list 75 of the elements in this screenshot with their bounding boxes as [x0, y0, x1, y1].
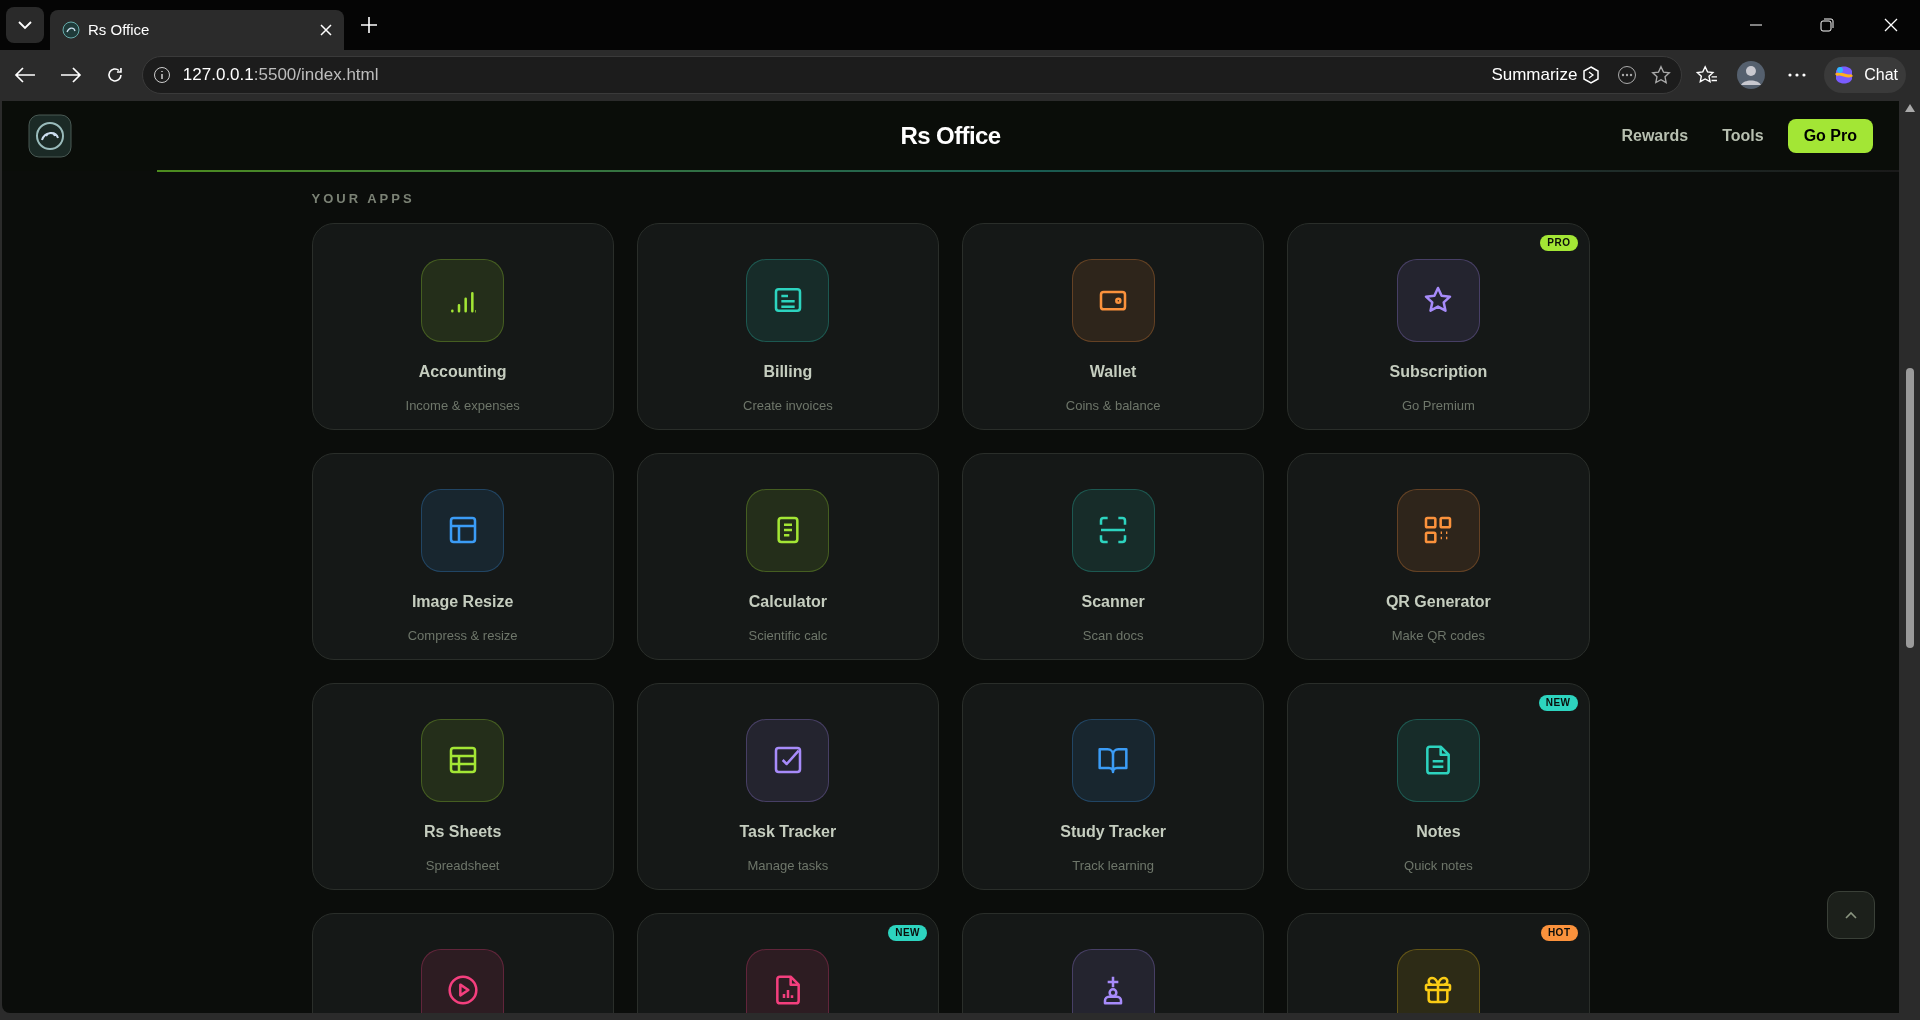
badge: PRO: [1540, 234, 1578, 251]
app-subtitle: Track learning: [1072, 856, 1155, 875]
badge: NEW: [888, 924, 927, 941]
restore-icon[interactable]: [1820, 18, 1834, 32]
back-icon[interactable]: [14, 66, 36, 84]
forward-icon[interactable]: [59, 66, 82, 84]
app-card[interactable]: NEW: [636, 912, 939, 1013]
summarize-button[interactable]: Summarize: [1491, 62, 1602, 88]
app-card[interactable]: Image Resize Compress & resize: [311, 452, 614, 660]
app-subtitle: Spreadsheet: [425, 856, 500, 875]
app-title: Accounting: [418, 361, 507, 382]
url-text: 127.0.0.1:5500/index.html: [182, 64, 380, 87]
app-card[interactable]: Study Tracker Track learning: [962, 682, 1265, 890]
address-bar[interactable]: 127.0.0.1:5500/index.html Summarize: [141, 56, 1683, 94]
app-title: Rs Sheets: [423, 821, 502, 842]
app-card[interactable]: Rs Sheets Spreadsheet: [311, 682, 614, 890]
close-icon[interactable]: [1884, 18, 1898, 32]
chat-button[interactable]: Chat: [1824, 57, 1906, 93]
hexagon-icon: [1581, 65, 1602, 85]
new-tab-icon[interactable]: [360, 16, 378, 34]
app-title: QR Generator: [1385, 591, 1491, 612]
tab-title: Rs Office: [88, 19, 151, 40]
app-subtitle: Scan docs: [1082, 626, 1144, 645]
more-icon[interactable]: [1617, 65, 1638, 85]
badge: HOT: [1540, 924, 1578, 941]
app-subtitle: Go Premium: [1401, 396, 1475, 415]
nav-link[interactable]: Tools: [1722, 124, 1764, 148]
app-card[interactable]: Billing Create invoices: [636, 222, 939, 430]
app-title: Task Tracker: [739, 821, 837, 842]
app-title: Notes: [1416, 821, 1461, 842]
scrollbar-thumb[interactable]: [1905, 368, 1914, 648]
app-card[interactable]: QR Generator Make QR codes: [1287, 452, 1590, 660]
app-subtitle: Quick notes: [1404, 856, 1473, 875]
reload-icon[interactable]: [105, 66, 124, 84]
favicon-icon: [62, 21, 80, 39]
go-pro-button[interactable]: Go Pro: [1787, 119, 1873, 153]
logo-icon[interactable]: [28, 114, 72, 158]
app-title: Billing: [763, 361, 813, 382]
app-card[interactable]: Calculator Scientific calc: [636, 452, 939, 660]
info-icon[interactable]: [152, 66, 171, 84]
app-title: Calculator: [748, 591, 827, 612]
favorites-icon[interactable]: [1696, 65, 1719, 85]
tab-list-button[interactable]: [6, 7, 44, 43]
app-title: Wallet: [1089, 361, 1137, 382]
app-title: Rs Office: [900, 121, 1001, 151]
app-subtitle: Make QR codes: [1391, 626, 1485, 645]
section-heading: YOUR APPS: [311, 190, 416, 208]
menu-icon[interactable]: [1788, 73, 1807, 77]
chevron-down-icon: [17, 20, 33, 30]
app-subtitle: Income & expenses: [405, 396, 520, 415]
app-title: Subscription: [1389, 361, 1488, 382]
app-subtitle: Create invoices: [743, 396, 833, 415]
app-card[interactable]: HOT: [1287, 912, 1590, 1013]
nav-link[interactable]: Rewards: [1621, 124, 1689, 148]
profile-avatar-icon[interactable]: [1736, 60, 1767, 90]
app-card[interactable]: Task Tracker Manage tasks: [636, 682, 939, 890]
scroll-up-icon[interactable]: [1904, 104, 1915, 112]
app-subtitle: Coins & balance: [1065, 396, 1161, 415]
app-card[interactable]: Notes Quick notes NEW: [1287, 682, 1590, 890]
app-card[interactable]: Scanner Scan docs: [962, 452, 1265, 660]
chevron-up-icon: [1845, 911, 1857, 919]
app-card[interactable]: Wallet Coins & balance: [962, 222, 1265, 430]
app-subtitle: Compress & resize: [407, 626, 518, 645]
badge: NEW: [1538, 694, 1578, 711]
app-subtitle: Scientific calc: [748, 626, 828, 645]
app-card[interactable]: Subscription Go Premium PRO: [1287, 222, 1590, 430]
star-icon[interactable]: [1651, 65, 1672, 85]
app-subtitle: Manage tasks: [747, 856, 829, 875]
browser-tab[interactable]: Rs Office: [50, 10, 344, 50]
app-title: Scanner: [1081, 591, 1145, 612]
play-icon: [446, 974, 479, 1006]
app-title: Study Tracker: [1060, 821, 1167, 842]
app-card[interactable]: Accounting Income & expenses: [311, 222, 614, 430]
app-title: Image Resize: [411, 591, 514, 612]
close-icon[interactable]: [320, 24, 332, 36]
